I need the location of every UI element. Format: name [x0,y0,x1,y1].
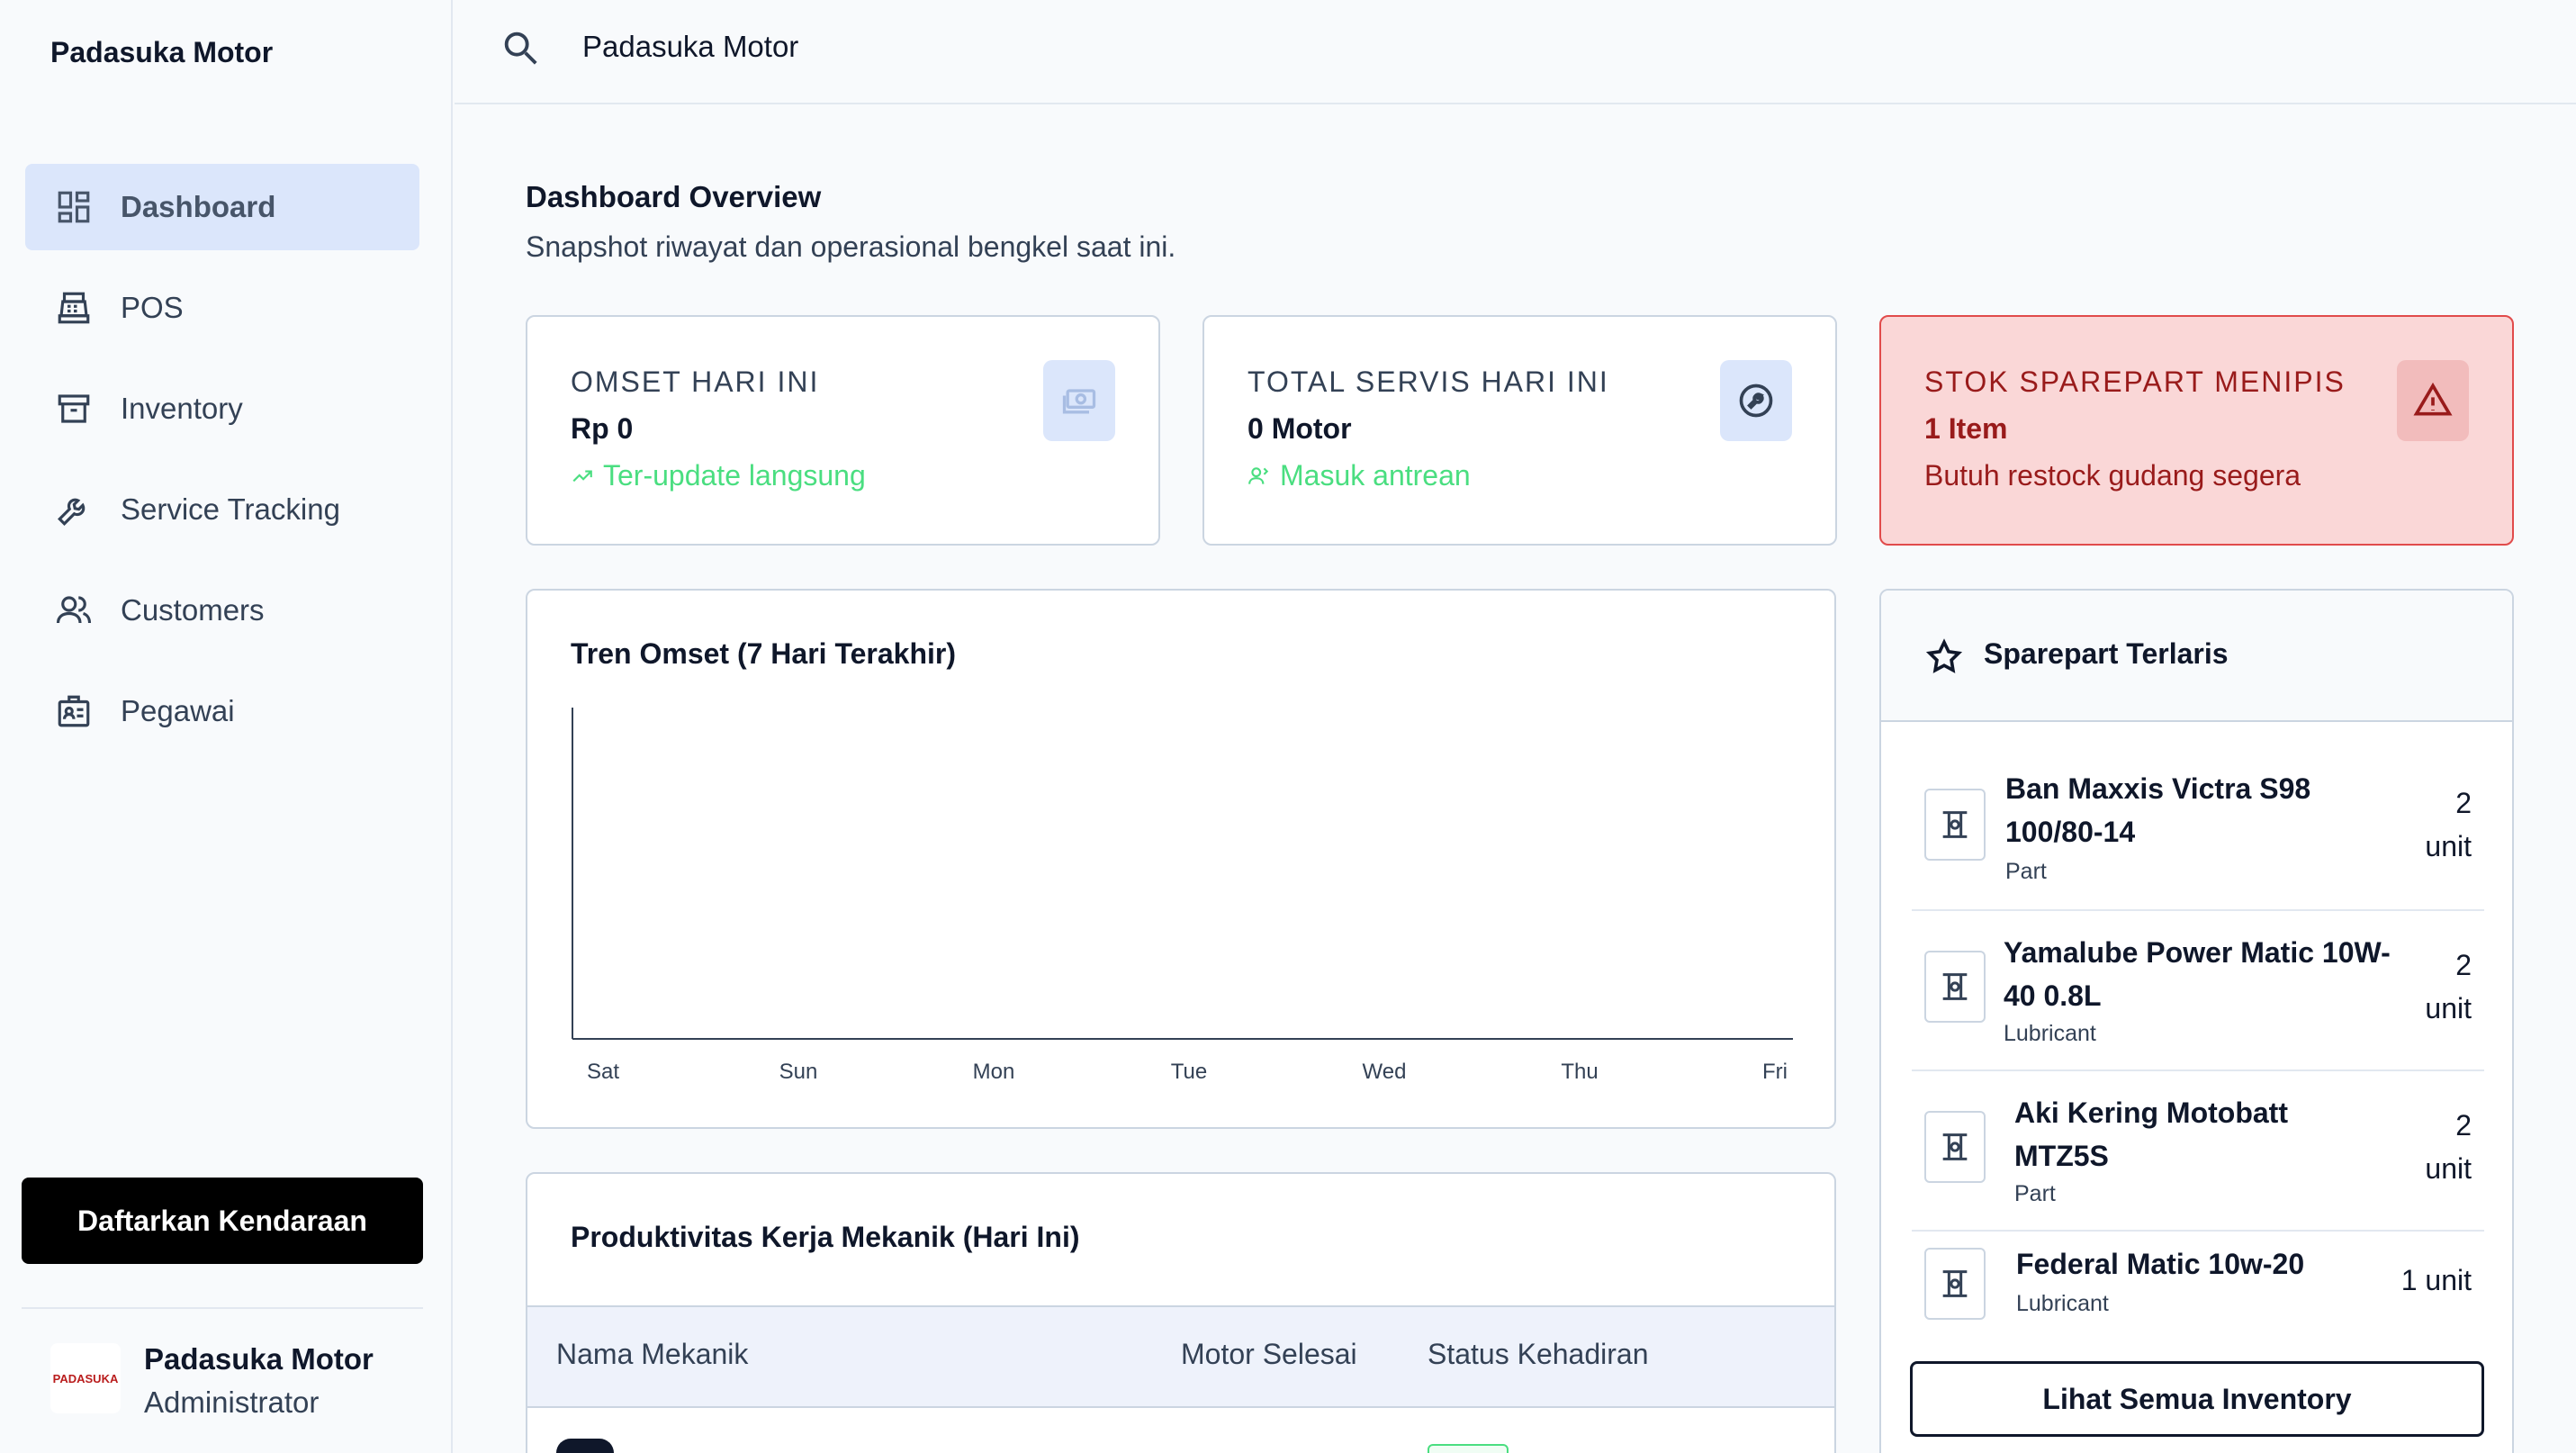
mechanic-productivity-card: Produktivitas Kerja Mekanik (Hari Ini) N… [526,1172,1836,1453]
revenue-chart: Sat Sun Mon Tue Wed Thu Fri [572,708,1793,1084]
person-queue-icon [1248,466,1269,484]
column-header: Motor Selesai [1181,1338,1357,1370]
productivity-title: Produktivitas Kerja Mekanik (Hari Ini) [571,1221,1080,1253]
top-parts-card: Sparepart Terlaris Ban Maxxis Victra S98… [1879,589,2514,1453]
stat-card-low-stock: STOK SPAREPART MENIPIS 1 Item Butuh rest… [1879,315,2514,546]
id-badge-icon [54,691,94,731]
sidebar-item-inventory[interactable]: Inventory [25,366,419,452]
part-name: Federal Matic 10w-20 [2016,1248,2305,1280]
x-tick-label: Thu [1561,1060,1598,1084]
sidebar-item-label: Service Tracking [121,492,340,526]
brand-title: Padasuka Motor [50,36,274,68]
stat-value: Rp 0 [571,412,634,445]
stat-label: STOK SPAREPART MENIPIS [1924,366,2346,398]
star-icon [1925,638,1963,673]
part-quantity: 2 unit [2425,787,2472,862]
service-icon [1720,360,1792,441]
status-badge [1428,1444,1509,1453]
column-header: Nama Mekanik [556,1338,749,1370]
stat-value: 1 Item [1924,412,2008,445]
sidebar-nav: Dashboard POS Inventory Service Tracking… [25,164,419,769]
stat-note-text: Butuh restock gudang segera [1924,459,2301,492]
stat-note: Masuk antrean [1247,459,1471,492]
topbar [455,0,2576,104]
sidebar-item-dashboard[interactable]: Dashboard [25,164,419,250]
part-category: Lubricant [2004,1021,2096,1046]
dashboard-icon [54,187,94,227]
user-profile[interactable]: PADASUKA Padasuka Motor Administrator [50,1338,374,1424]
part-quantity: 2 unit [2425,949,2472,1024]
part-quantity: 1 unit [2400,1264,2472,1296]
x-tick-label: Mon [973,1060,1015,1084]
parts-title: Sparepart Terlaris [1984,637,2229,670]
parts-header: Sparepart Terlaris [1881,591,2512,722]
avatar [556,1439,614,1453]
x-tick-label: Tue [1171,1060,1207,1084]
sidebar-item-pegawai[interactable]: Pegawai [25,668,419,754]
stat-note: Butuh restock gudang segera [1924,459,2301,492]
page-subtitle: Snapshot riwayat dan operasional bengkel… [526,230,1176,263]
stat-label: TOTAL SERVIS HARI INI [1247,366,1609,398]
stat-card-services: TOTAL SERVIS HARI INI 0 Motor Masuk antr… [1202,315,1837,546]
part-name: Yamalube Power Matic 10W- 40 0.8L [2004,936,2391,1012]
wrench-icon [54,490,94,529]
company-logo: PADASUKA [50,1343,121,1413]
stat-note-text: Ter-update langsung [603,459,866,492]
list-item[interactable]: Aki Kering Motobatt MTZ5S Part 2 unit [1912,1071,2484,1232]
column-header: Status Kehadiran [1428,1338,1649,1370]
part-icon [1924,789,1986,861]
list-item[interactable]: Yamalube Power Matic 10W- 40 0.8L Lubric… [1912,911,2484,1071]
trending-up-icon [572,470,592,482]
divider [22,1307,423,1309]
revenue-trend-card: Tren Omset (7 Hari Terakhir) Sat Sun Mon Tu… [526,589,1836,1129]
part-icon [1924,1248,1986,1320]
part-category: Lubricant [2016,1291,2109,1316]
x-tick-label: Fri [1762,1060,1788,1084]
stat-note-text: Masuk antrean [1280,459,1471,492]
profile-role: Administrator [144,1385,320,1419]
search-icon [504,32,537,65]
sidebar-item-label: Customers [121,593,265,627]
sidebar-item-label: POS [121,291,184,324]
list-item[interactable]: Federal Matic 10w-20 Lubricant 1 unit [1912,1232,2484,1338]
x-tick-label: Sun [779,1060,818,1084]
sidebar-item-label: Dashboard [121,190,276,223]
archive-icon [54,389,94,429]
page-title: Dashboard Overview [526,180,822,213]
list-item[interactable]: Ban Maxxis Victra S98 100/80-14 Part 2 u… [1912,749,2484,911]
part-name: Ban Maxxis Victra S98 100/80-14 [2005,772,2311,848]
part-icon [1924,951,1986,1023]
register-vehicle-button[interactable]: Daftarkan Kendaraan [22,1178,423,1264]
part-icon [1924,1111,1986,1183]
sidebar-item-customers[interactable]: Customers [25,567,419,654]
sidebar-item-pos[interactable]: POS [25,265,419,351]
stat-label: OMSET HARI INI [571,366,820,398]
part-category: Part [2005,859,2047,884]
x-tick-label: Wed [1363,1060,1407,1084]
warning-icon [2397,360,2469,441]
users-icon [54,591,94,630]
stat-card-revenue: OMSET HARI INI Rp 0 Ter-update langsung [526,315,1160,546]
profile-name: Padasuka Motor [144,1342,374,1376]
view-all-inventory-button[interactable]: Lihat Semua Inventory [1910,1361,2484,1437]
part-quantity: 2 unit [2425,1109,2472,1185]
stat-note: Ter-update langsung [571,459,866,492]
part-category: Part [2014,1181,2056,1206]
cash-icon [1043,360,1115,441]
search-input[interactable] [582,23,1302,70]
sidebar-item-service-tracking[interactable]: Service Tracking [25,466,419,553]
stat-value: 0 Motor [1247,412,1352,445]
sidebar-item-label: Pegawai [121,694,235,727]
table-header: Nama Mekanik Motor Selesai Status Kehadi… [527,1305,1834,1408]
part-name: Aki Kering Motobatt MTZ5S [2014,1097,2288,1172]
x-tick-label: Sat [587,1060,619,1084]
sidebar-item-label: Inventory [121,392,243,425]
register-icon [54,288,94,328]
sidebar: Padasuka Motor Dashboard POS Inventory S… [0,0,453,1453]
